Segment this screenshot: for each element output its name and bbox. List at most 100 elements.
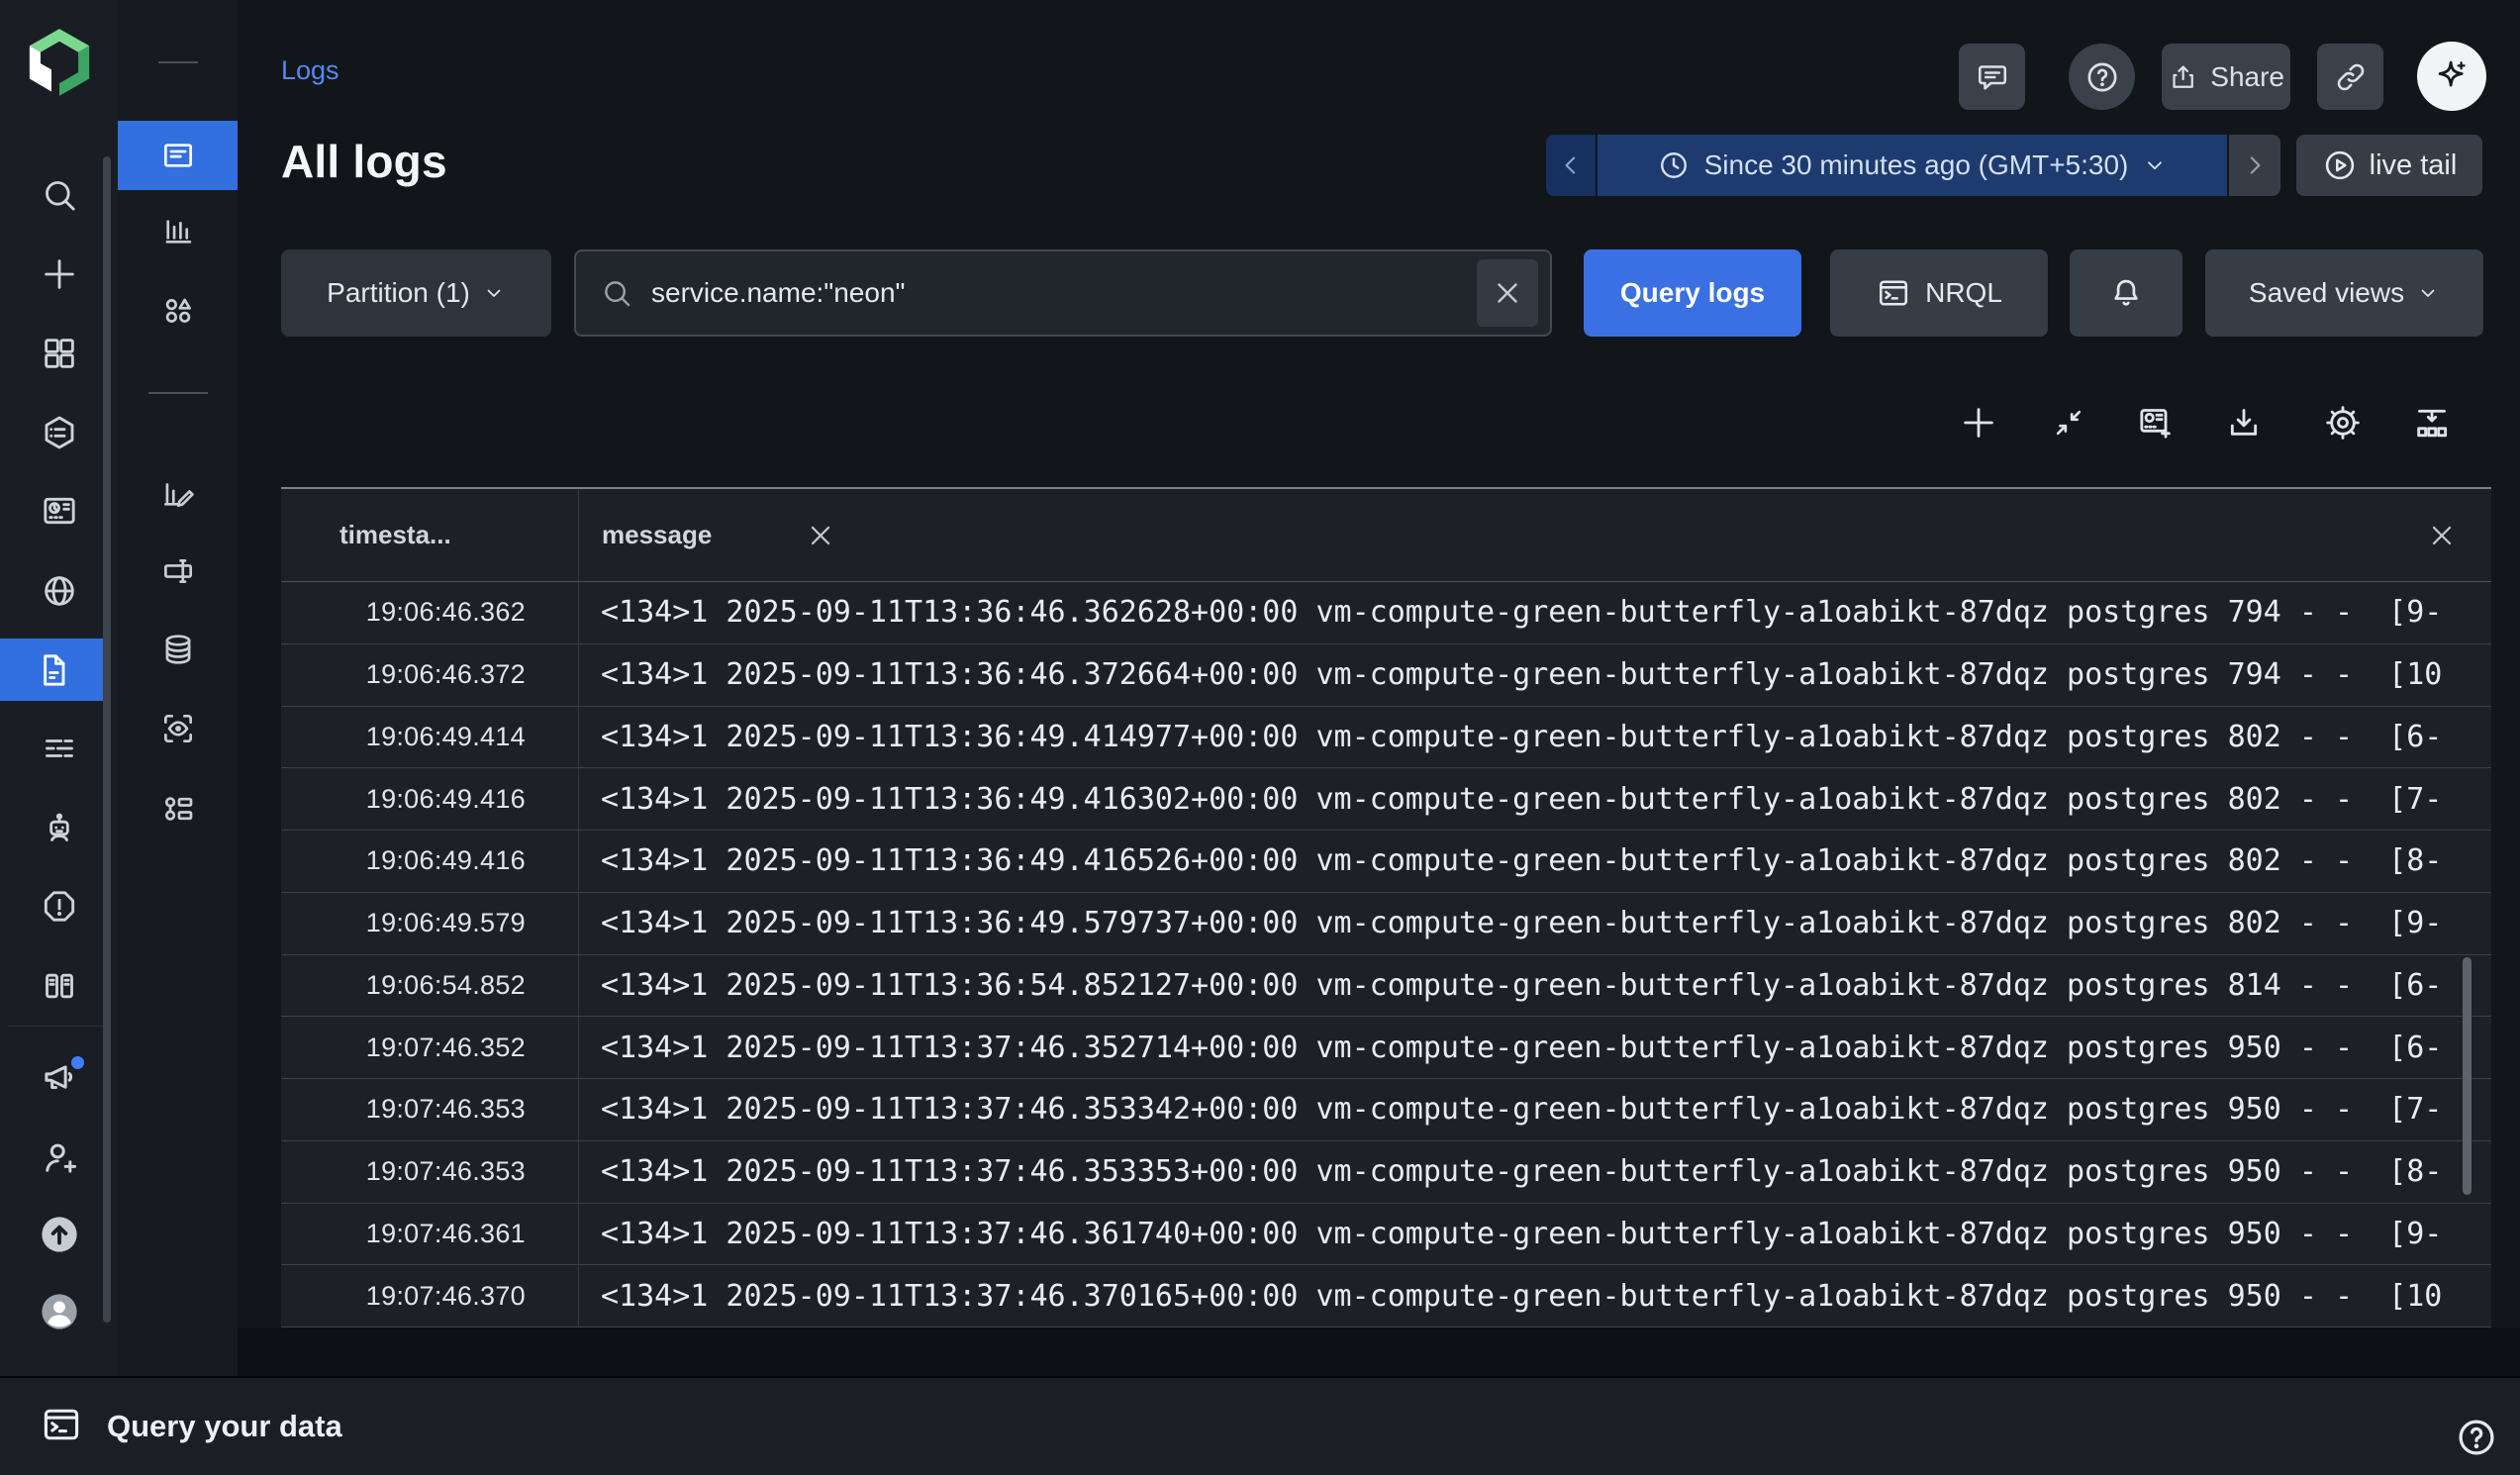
collapse-view-button[interactable] [2045, 399, 2092, 446]
log-row[interactable]: 19:06:49.416<134>1 2025-09-11T13:36:49.4… [281, 768, 2491, 831]
rail-parsing[interactable] [118, 465, 238, 523]
add-to-dashboard-button[interactable] [2132, 399, 2180, 446]
globe-icon [40, 571, 79, 611]
robot-icon [40, 808, 79, 847]
logs-nav-button-selected[interactable] [0, 639, 106, 701]
nrql-label: NRQL [1925, 277, 2002, 309]
time-back-button[interactable] [1546, 135, 1596, 196]
rail-patterns[interactable] [118, 282, 238, 340]
sidebar-scrollbar[interactable] [103, 156, 111, 1323]
invite-user-icon [39, 1137, 80, 1179]
query-your-data-label[interactable]: Query your data [107, 1409, 342, 1444]
download-button[interactable] [2220, 399, 2268, 446]
time-picker: Since 30 minutes ago (GMT+5:30) [1546, 135, 2280, 196]
log-row[interactable]: 19:07:46.370<134>1 2025-09-11T13:37:46.3… [281, 1265, 2491, 1328]
gear-icon [2323, 403, 2363, 442]
rail-obfuscation[interactable] [118, 700, 238, 757]
remove-timestamp-column-button[interactable] [800, 515, 841, 556]
log-timestamp-cell: 19:06:54.852 [281, 970, 526, 1001]
alert-bell-button[interactable] [2070, 249, 2182, 337]
saved-views-dropdown[interactable]: Saved views [2205, 249, 2483, 337]
dashboards-nav-button[interactable] [0, 482, 118, 540]
rail-partitions[interactable] [118, 542, 238, 600]
search-nav-button[interactable] [0, 166, 118, 224]
live-tail-button[interactable]: live tail [2296, 135, 2482, 196]
message-column-header[interactable]: message [602, 520, 712, 550]
invite-user-nav-button[interactable] [0, 1130, 118, 1187]
search-icon [600, 276, 633, 310]
field-cursor-icon [159, 552, 197, 590]
log-row[interactable]: 19:07:46.361<134>1 2025-09-11T13:37:46.3… [281, 1204, 2491, 1266]
time-range-button[interactable]: Since 30 minutes ago (GMT+5:30) [1598, 135, 2227, 196]
search-input[interactable] [649, 276, 1461, 310]
help-button[interactable] [2069, 44, 2135, 110]
table-scrollbar[interactable] [2463, 957, 2472, 1195]
apps-nav-button[interactable] [0, 325, 118, 382]
rail-pipelines[interactable] [118, 780, 238, 837]
log-message-cell: <134>1 2025-09-11T13:36:49.579737+00:00 … [601, 906, 2491, 940]
log-row[interactable]: 19:06:49.414<134>1 2025-09-11T13:36:49.4… [281, 707, 2491, 769]
log-row[interactable]: 19:06:46.372<134>1 2025-09-11T13:36:46.3… [281, 644, 2491, 707]
feedback-button[interactable] [1959, 44, 2025, 110]
group-columns-button[interactable] [2408, 399, 2456, 446]
log-row[interactable]: 19:06:49.579<134>1 2025-09-11T13:36:49.5… [281, 893, 2491, 955]
log-timestamp-cell: 19:06:49.414 [281, 722, 526, 752]
footer-help-button[interactable] [2451, 1412, 2502, 1463]
chevron-down-icon [2142, 152, 2168, 178]
remove-message-column-button[interactable] [2421, 515, 2463, 556]
rail-divider-top [158, 61, 198, 63]
browser-nav-button[interactable] [0, 562, 118, 620]
ai-assistant-button[interactable] [2417, 42, 2486, 111]
rail-data[interactable] [118, 621, 238, 678]
time-range-label: Since 30 minutes ago (GMT+5:30) [1704, 149, 2129, 181]
upgrade-nav-button[interactable] [0, 1206, 118, 1263]
ai-assistant-nav-button[interactable] [0, 799, 118, 856]
log-row[interactable]: 19:06:54.852<134>1 2025-09-11T13:36:54.8… [281, 955, 2491, 1018]
log-row[interactable]: 19:06:46.362<134>1 2025-09-11T13:36:46.3… [281, 582, 2491, 644]
log-timestamp-cell: 19:06:49.416 [281, 845, 526, 876]
entities-nav-button[interactable] [0, 404, 118, 461]
footer-terminal[interactable] [40, 1403, 83, 1451]
settings-button[interactable] [2319, 399, 2367, 446]
partition-dropdown[interactable]: Partition (1) [281, 249, 551, 337]
log-row[interactable]: 19:07:46.353 <134>1 2025-09-11T13:37:46.3… [281, 1141, 2491, 1204]
database-icon [159, 631, 197, 668]
hosts-icon [40, 966, 79, 1006]
nrql-button[interactable]: NRQL [1830, 249, 2048, 337]
log-row[interactable]: 19:07:46.353<134>1 2025-09-11T13:37:46.3… [281, 1079, 2491, 1141]
bar-chart-icon [159, 213, 197, 250]
traces-nav-button[interactable] [0, 720, 118, 777]
timestamp-column-header[interactable]: timesta... [339, 520, 451, 550]
chevron-down-icon [2416, 281, 2440, 305]
query-logs-button[interactable]: Query logs [1584, 249, 1801, 337]
link-icon [2333, 59, 2369, 95]
announcements-nav-button[interactable] [0, 1047, 118, 1105]
dashboards-card-icon [40, 491, 79, 531]
rail-all-logs-selected[interactable] [118, 121, 238, 190]
log-row[interactable]: 19:06:49.416<134>1 2025-09-11T13:36:49.4… [281, 831, 2491, 893]
log-search-box [574, 249, 1552, 337]
user-profile-button[interactable] [0, 1283, 118, 1340]
primary-sidebar [0, 0, 118, 1376]
log-row[interactable]: 19:07:46.352<134>1 2025-09-11T13:37:46.3… [281, 1017, 2491, 1079]
add-column-button[interactable] [1955, 399, 2002, 446]
log-message-cell: <134>1 2025-09-11T13:37:46.352714+00:00 … [601, 1031, 2491, 1065]
share-button[interactable]: Share [2162, 44, 2290, 110]
add-to-dashboard-icon [2136, 403, 2176, 442]
log-message-cell: <134>1 2025-09-11T13:36:46.362628+00:00 … [601, 595, 2491, 630]
time-forward-button[interactable] [2229, 135, 2280, 196]
log-message-cell: <134>1 2025-09-11T13:37:46.353353+00:00 … [601, 1154, 2491, 1189]
chevron-right-icon [2240, 150, 2270, 180]
help-circle-icon [2084, 58, 2121, 96]
create-nav-button[interactable] [0, 246, 118, 303]
patterns-shapes-icon [159, 292, 197, 330]
log-list-icon [159, 137, 197, 174]
copy-link-button[interactable] [2317, 44, 2383, 110]
infrastructure-nav-button[interactable] [0, 957, 118, 1015]
alerts-nav-button[interactable] [0, 878, 118, 935]
rail-attributes[interactable] [118, 203, 238, 260]
new-relic-logo[interactable] [0, 24, 118, 107]
breadcrumb-logs[interactable]: Logs [281, 55, 339, 86]
log-timestamp-cell: 19:07:46.353 [281, 1156, 526, 1187]
clear-search-button[interactable] [1477, 259, 1538, 327]
